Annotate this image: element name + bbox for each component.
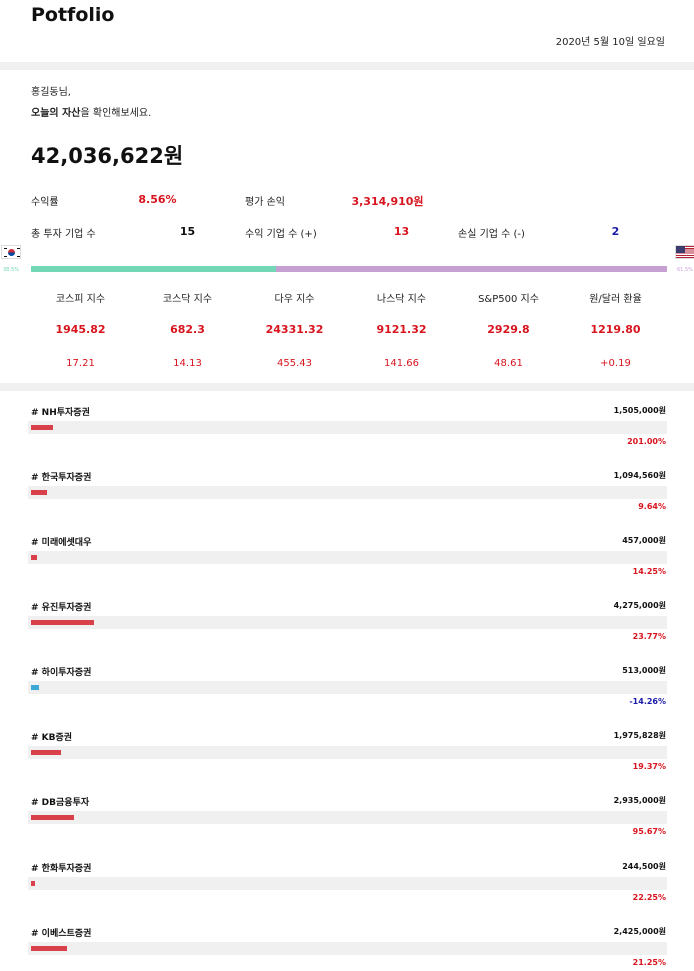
index-value-kosdaq: 682.3: [170, 323, 205, 336]
account-name: # 유진투자증권: [31, 603, 92, 613]
account-bar-fill: [31, 815, 74, 820]
companies-label: 총 투자 기업 수: [31, 229, 96, 240]
account-bar-fill: [31, 946, 67, 951]
account-amount: 2,935,000원: [613, 796, 666, 805]
companies-value: 15: [179, 225, 196, 238]
account-return-rate: 19.37%: [632, 762, 666, 771]
loss-companies-value: 2: [611, 225, 620, 238]
account-bar-track: [28, 551, 667, 564]
account-bar-fill: [31, 685, 39, 690]
account-name: # NH투자증권: [31, 408, 90, 418]
account-item[interactable]: # 하이투자증권 513,000원 -14.26%: [0, 665, 694, 730]
index-name-dow: 다우 지수: [274, 294, 315, 305]
account-item[interactable]: # KB증권 1,975,828원 19.37%: [0, 730, 694, 795]
allocation-bar: [31, 266, 667, 272]
korea-flag-icon: [1, 245, 21, 259]
index-value-krw-usd: 1219.80: [590, 323, 641, 336]
allocation-us-segment: [275, 266, 667, 272]
pnl-label: 평가 손익: [245, 197, 285, 208]
account-bar-fill: [31, 881, 35, 886]
us-share-label: 61.5%: [677, 267, 693, 273]
return-label: 수익률: [31, 197, 59, 208]
index-change-sp500: 48.61: [494, 358, 523, 369]
account-name: # DB금융투자: [31, 798, 90, 808]
allocation-korea-segment: [31, 266, 276, 272]
index-change-nasdaq: 141.66: [384, 358, 419, 369]
account-item[interactable]: # 한국투자증권 1,094,560원 9.64%: [0, 470, 694, 535]
account-return-rate: 201.00%: [627, 437, 666, 446]
account-amount: 457,000원: [622, 536, 666, 545]
account-item[interactable]: # 미래에셋대우 457,000원 14.25%: [0, 535, 694, 600]
account-bar-fill: [31, 555, 37, 560]
account-bar-track: [28, 942, 667, 955]
account-item[interactable]: # 유진투자증권 4,275,000원 23.77%: [0, 600, 694, 665]
pnl-value: 3,314,910원: [351, 195, 424, 208]
index-value-sp500: 2929.8: [487, 323, 530, 336]
current-date: 2020년 5월 10일 일요일: [555, 37, 665, 48]
return-value: 8.56%: [138, 193, 177, 206]
account-item[interactable]: # 한화투자증권 244,500원 22.25%: [0, 861, 694, 926]
account-bar-track: [28, 486, 667, 499]
total-assets: 42,036,622원: [31, 144, 184, 168]
greeting-name: 홍길동님,: [31, 87, 71, 98]
index-change-krw-usd: +0.19: [600, 358, 631, 369]
index-change-kospi: 17.21: [66, 358, 95, 369]
account-return-rate: 22.25%: [632, 893, 666, 902]
account-return-rate: 14.25%: [632, 567, 666, 576]
account-amount: 1,094,560원: [613, 471, 666, 480]
account-item[interactable]: # 이베스트증권 2,425,000원 21.25%: [0, 926, 694, 971]
account-item[interactable]: # DB금융투자 2,935,000원 95.67%: [0, 795, 694, 860]
app-title: Potfolio: [31, 4, 115, 26]
index-change-dow: 455.43: [277, 358, 312, 369]
account-amount: 513,000원: [622, 666, 666, 675]
header: Potfolio 2020년 5월 10일 일요일: [0, 0, 694, 62]
index-change-kosdaq: 14.13: [173, 358, 202, 369]
section-divider: [0, 62, 694, 70]
prompt-rest: 을 확인해보세요.: [80, 108, 152, 119]
account-bar-track: [28, 681, 667, 694]
account-item[interactable]: # NH투자증권 1,505,000원 201.00%: [0, 405, 694, 470]
profit-companies-label: 수익 기업 수 (+): [245, 229, 317, 240]
account-amount: 4,275,000원: [613, 601, 666, 610]
korea-share-label: 38.5%: [3, 267, 19, 273]
account-name: # 한화투자증권: [31, 864, 92, 874]
account-bar-fill: [31, 490, 47, 495]
profit-companies-value: 13: [393, 225, 410, 238]
index-name-sp500: S&P500 지수: [478, 294, 539, 305]
account-name: # 이베스트증권: [31, 929, 92, 939]
account-bar-fill: [31, 620, 94, 625]
section-divider: [0, 383, 694, 391]
index-name-kosdaq: 코스닥 지수: [162, 294, 213, 305]
account-amount: 1,505,000원: [613, 406, 666, 415]
account-bar-fill: [31, 425, 53, 430]
account-return-rate: -14.26%: [629, 697, 666, 706]
account-name: # 미래에셋대우: [31, 538, 92, 548]
account-return-rate: 9.64%: [638, 502, 666, 511]
account-bar-fill: [31, 750, 61, 755]
account-bar-track: [28, 421, 667, 434]
account-amount: 1,975,828원: [613, 731, 666, 740]
us-flag-icon: [675, 245, 694, 259]
account-return-rate: 95.67%: [632, 827, 666, 836]
account-return-rate: 23.77%: [632, 632, 666, 641]
index-value-dow: 24331.32: [265, 323, 324, 336]
account-amount: 2,425,000원: [613, 927, 666, 936]
account-name: # 한국투자증권: [31, 473, 92, 483]
loss-companies-label: 손실 기업 수 (-): [458, 229, 525, 240]
index-name-kospi: 코스피 지수: [55, 294, 106, 305]
account-bar-track: [28, 746, 667, 759]
account-amount: 244,500원: [622, 862, 666, 871]
index-value-kospi: 1945.82: [55, 323, 106, 336]
index-value-nasdaq: 9121.32: [376, 323, 427, 336]
prompt-bold: 오늘의 자산: [31, 108, 81, 119]
account-name: # KB증권: [31, 733, 73, 743]
index-name-nasdaq: 나스닥 지수: [376, 294, 427, 305]
account-bar-track: [28, 616, 667, 629]
index-name-krw-usd: 원/달러 환율: [589, 294, 642, 305]
account-bar-track: [28, 811, 667, 824]
account-bar-track: [28, 877, 667, 890]
greeting-prompt: 오늘의 자산을 확인해보세요.: [31, 104, 151, 119]
account-return-rate: 21.25%: [632, 958, 666, 967]
account-name: # 하이투자증권: [31, 668, 92, 678]
